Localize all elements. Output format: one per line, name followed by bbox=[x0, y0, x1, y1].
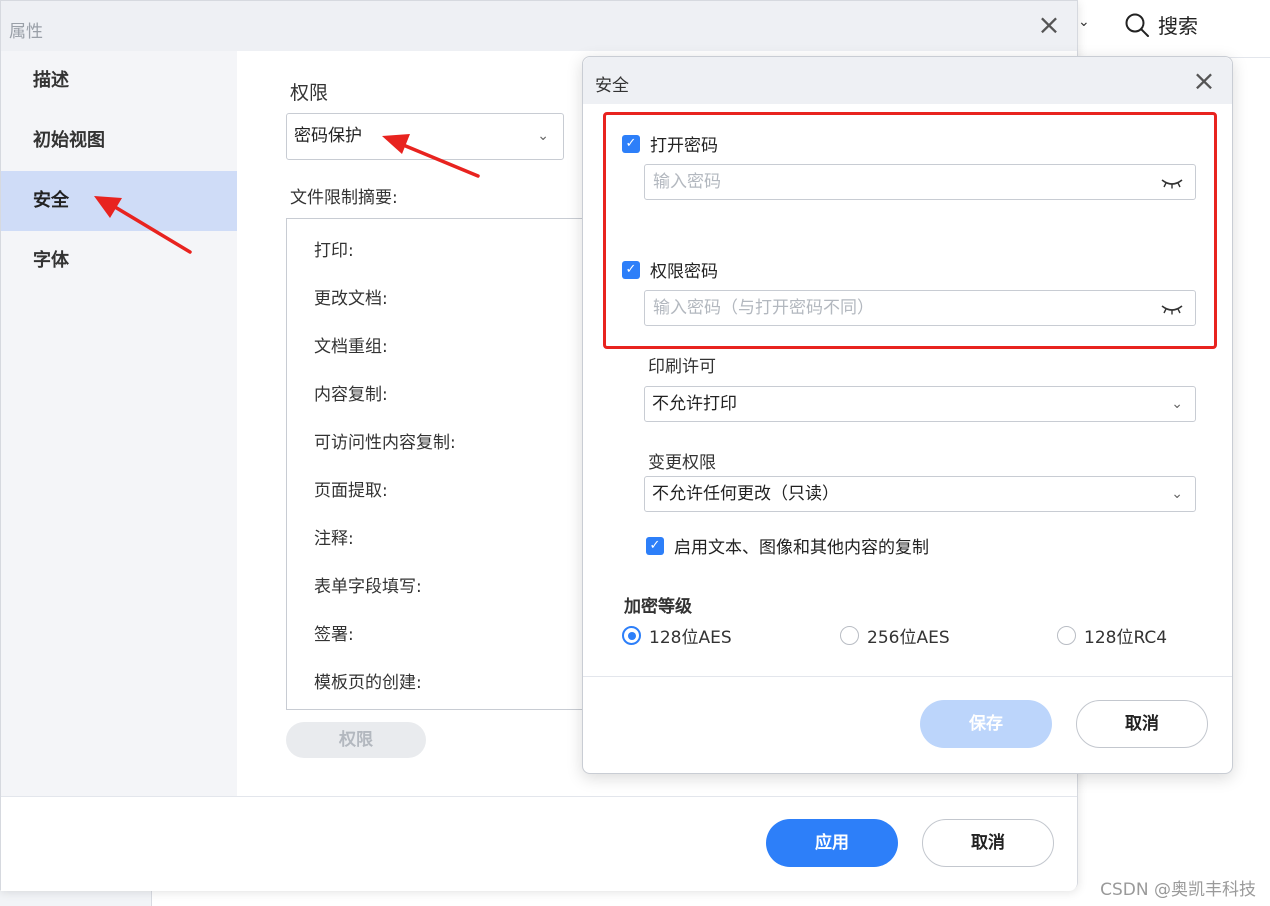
list-item: 内容复制: bbox=[314, 385, 388, 405]
search-label: 搜索 bbox=[1158, 14, 1198, 38]
dialog-titlebar: 属性 × bbox=[1, 1, 1077, 51]
print-permission-label: 印刷许可 bbox=[648, 357, 716, 377]
watermark: CSDN @奥凯丰科技 bbox=[1100, 880, 1256, 900]
security-method-select[interactable]: 密码保护 ⌄ bbox=[286, 113, 564, 160]
open-password-option[interactable]: ✓ 打开密码 bbox=[622, 131, 718, 156]
apply-button[interactable]: 应用 bbox=[766, 819, 898, 867]
encryption-option-label: 256位AES bbox=[867, 628, 950, 648]
security-method-value: 密码保护 bbox=[294, 126, 362, 146]
permission-password-label: 权限密码 bbox=[650, 262, 718, 282]
radio-unselected[interactable] bbox=[840, 626, 859, 645]
change-permission-label: 变更权限 bbox=[648, 453, 716, 473]
properties-sidebar: 描述 初始视图 安全 字体 bbox=[1, 51, 237, 796]
dialog-title: 安全 bbox=[595, 76, 629, 96]
open-password-label: 打开密码 bbox=[650, 136, 718, 156]
dialog-footer: 应用 取消 bbox=[1, 796, 1077, 891]
chevron-down-icon: ⌄ bbox=[1171, 486, 1183, 502]
restriction-summary-list: 打印: 更改文档: 文档重组: 内容复制: 可访问性内容复制: 页面提取: 注释… bbox=[286, 218, 586, 710]
encryption-option-128-aes[interactable]: 128位AES bbox=[622, 623, 732, 648]
open-password-input[interactable] bbox=[644, 164, 1196, 200]
dialog-title: 属性 bbox=[9, 22, 43, 42]
list-item: 模板页的创建: bbox=[314, 673, 422, 693]
list-item: 页面提取: bbox=[314, 481, 388, 501]
open-password-checkbox[interactable]: ✓ bbox=[622, 134, 640, 153]
save-button[interactable]: 保存 bbox=[920, 700, 1052, 748]
change-permission-value: 不允许任何更改（只读） bbox=[652, 484, 839, 504]
encryption-level-heading: 加密等级 bbox=[624, 597, 692, 617]
sidebar-item-fonts[interactable]: 字体 bbox=[1, 231, 237, 291]
chevron-down-icon[interactable]: ⌄ bbox=[1078, 14, 1090, 30]
print-permission-select[interactable]: 不允许打印 ⌄ bbox=[644, 386, 1196, 422]
sidebar-item-description[interactable]: 描述 bbox=[1, 51, 237, 111]
restriction-summary-label: 文件限制摘要: bbox=[290, 188, 398, 208]
background-panel bbox=[0, 890, 152, 906]
sidebar-item-initial-view[interactable]: 初始视图 bbox=[1, 111, 237, 171]
encryption-option-label: 128位AES bbox=[649, 628, 732, 648]
cancel-button[interactable]: 取消 bbox=[922, 819, 1054, 867]
eye-closed-icon[interactable] bbox=[1160, 302, 1184, 316]
sidebar-item-security[interactable]: 安全 bbox=[1, 171, 237, 231]
search-icon bbox=[1125, 13, 1149, 37]
encryption-option-128-rc4[interactable]: 128位RC4 bbox=[1057, 623, 1167, 648]
change-permission-select[interactable]: 不允许任何更改（只读） ⌄ bbox=[644, 476, 1196, 512]
permissions-button[interactable]: 权限 bbox=[286, 722, 426, 758]
list-item: 签署: bbox=[314, 625, 354, 645]
list-item: 更改文档: bbox=[314, 289, 388, 309]
radio-unselected[interactable] bbox=[1057, 626, 1076, 645]
divider bbox=[583, 676, 1232, 677]
close-icon[interactable]: × bbox=[1035, 11, 1063, 39]
list-item: 表单字段填写: bbox=[314, 577, 422, 597]
permission-password-checkbox[interactable]: ✓ bbox=[622, 260, 640, 279]
chevron-down-icon: ⌄ bbox=[1171, 396, 1183, 412]
list-item: 可访问性内容复制: bbox=[314, 433, 456, 453]
search-button[interactable]: 搜索 bbox=[1124, 10, 1198, 39]
permission-password-option[interactable]: ✓ 权限密码 bbox=[622, 257, 718, 282]
encryption-option-label: 128位RC4 bbox=[1084, 628, 1168, 648]
radio-selected[interactable] bbox=[622, 626, 641, 645]
encryption-option-256-aes[interactable]: 256位AES bbox=[840, 623, 950, 648]
enable-copy-checkbox[interactable]: ✓ bbox=[646, 536, 664, 555]
list-item: 注释: bbox=[314, 529, 354, 549]
enable-copy-option[interactable]: ✓ 启用文本、图像和其他内容的复制 bbox=[646, 533, 929, 558]
list-item: 打印: bbox=[314, 241, 354, 261]
permission-password-input[interactable] bbox=[644, 290, 1196, 326]
security-cancel-button[interactable]: 取消 bbox=[1076, 700, 1208, 748]
print-permission-value: 不允许打印 bbox=[652, 394, 737, 414]
list-item: 文档重组: bbox=[314, 337, 388, 357]
chevron-down-icon: ⌄ bbox=[537, 128, 549, 144]
close-icon[interactable]: × bbox=[1190, 67, 1218, 95]
enable-copy-label: 启用文本、图像和其他内容的复制 bbox=[674, 538, 929, 558]
dialog-titlebar: 安全 × bbox=[583, 57, 1232, 104]
permissions-heading: 权限 bbox=[290, 82, 329, 104]
eye-closed-icon[interactable] bbox=[1160, 176, 1184, 190]
